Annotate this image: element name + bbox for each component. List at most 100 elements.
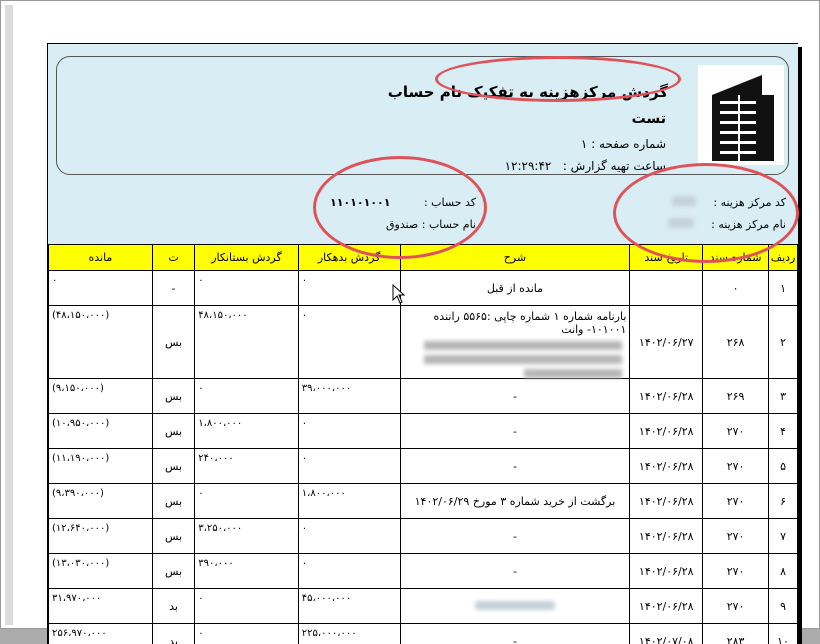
cell-debit: ۰ [298,414,400,449]
cell-row: ۷ [769,519,798,554]
cell-date: ۱۴۰۲/۰۶/۲۸ [630,484,703,519]
cell-row: ۲ [769,306,798,379]
cell-type: - [152,271,194,306]
cell-desc: - [400,414,630,449]
table-row: ۱ ۰ مانده از قبل ۰ ۰ - ۰ [49,271,798,306]
cell-row: ۱۰ [769,624,798,644]
table-row: ۲ ۲۶۸ ۱۴۰۲/۰۶/۲۷ بارنامه شماره ۱ شماره چ… [49,306,798,379]
cell-balance: ۳۱،۹۷۰،۰۰۰ [49,589,153,624]
table-row: ۹ ۲۷۰ ۱۴۰۲/۰۶/۲۸ ۴۵،۰۰۰،۰۰۰ ۰ بد ۳۱،۹۷۰،… [49,589,798,624]
col-type: ت [152,245,194,271]
table-row: ۷ ۲۷۰ ۱۴۰۲/۰۶/۲۸ - ۰ ۳،۲۵۰،۰۰۰ بس (۱۲،۶۴… [49,519,798,554]
cell-type: بس [152,414,194,449]
cell-date: ۱۴۰۲/۰۷/۰۸ [630,624,703,644]
cell-type: بس [152,306,194,379]
cell-row: ۸ [769,554,798,589]
cell-balance: (۱۳،۰۳۰،۰۰۰) [49,554,153,589]
cell-credit: ۳،۲۵۰،۰۰۰ [195,519,299,554]
cell-balance: (۴۸،۱۵۰،۰۰۰) [49,306,153,379]
cell-date: ۱۴۰۲/۰۶/۲۸ [630,414,703,449]
cell-desc: - [400,519,630,554]
cell-balance: (۱۰،۹۵۰،۰۰۰) [49,414,153,449]
cell-desc: - [400,379,630,414]
cell-debit: ۰ [298,449,400,484]
cell-type: بس [152,379,194,414]
cell-doc: ۲۷۰ [703,449,769,484]
cell-credit: ۰ [195,271,299,306]
cell-debit: ۰ [298,306,400,379]
cell-credit: ۰ [195,589,299,624]
cell-credit: ۰ [195,484,299,519]
cell-doc: ۲۸۳ [703,624,769,644]
cell-credit: ۰ [195,624,299,644]
highlight-oval-account [313,156,487,259]
cell-date: ۱۴۰۲/۰۶/۲۸ [630,379,703,414]
cell-balance: (۱۲،۶۴۰،۰۰۰) [49,519,153,554]
report-time-value: ۱۲:۲۹:۴۲ [505,159,552,173]
cell-type: بس [152,484,194,519]
cell-date: ۱۴۰۲/۰۶/۲۷ [630,306,703,379]
cell-credit: ۳۹۰،۰۰۰ [195,554,299,589]
cell-row: ۳ [769,379,798,414]
cell-date [630,271,703,306]
cell-credit: ۲۴۰،۰۰۰ [195,449,299,484]
cell-date: ۱۴۰۲/۰۶/۲۸ [630,554,703,589]
cell-row: ۴ [769,414,798,449]
table-row: ۸ ۲۷۰ ۱۴۰۲/۰۶/۲۸ - ۰ ۳۹۰،۰۰۰ بس (۱۳،۰۳۰،… [49,554,798,589]
table-row: ۵ ۲۷۰ ۱۴۰۲/۰۶/۲۸ - ۰ ۲۴۰،۰۰۰ بس (۱۱،۱۹۰،… [49,449,798,484]
blurred-text [475,601,555,610]
report-time: ساعت تهیه گزارش : ۱۲:۲۹:۴۲ [505,159,666,173]
cell-desc: - [400,624,630,644]
report-viewer-frame: گردش مرکزهزینه به تفکیک نام حساب تست شما… [0,0,820,629]
highlight-oval-cost-center [613,163,799,263]
report-page: گردش مرکزهزینه به تفکیک نام حساب تست شما… [47,43,798,644]
cell-type: بس [152,449,194,484]
cell-desc: برگشت از خرید شماره ۳ مورخ ۱۴۰۲/۰۶/۲۹ [400,484,630,519]
table-body: ۱ ۰ مانده از قبل ۰ ۰ - ۰ ۲ ۲۶۸ ۱۴۰۲/۰۶/۲… [49,271,798,644]
cell-debit: ۱،۸۰۰،۰۰۰ [298,484,400,519]
company-name: تست [632,111,666,127]
cell-debit: ۰ [298,554,400,589]
col-credit: گردش بستانکار [195,245,299,271]
cell-date: ۱۴۰۲/۰۶/۲۸ [630,449,703,484]
cell-desc: بارنامه شماره ۱ شماره چاپی :۵۵۶۵ راننده … [400,306,630,379]
cell-date: ۱۴۰۲/۰۶/۲۸ [630,519,703,554]
table-row: ۶ ۲۷۰ ۱۴۰۲/۰۶/۲۸ برگشت از خرید شماره ۳ م… [49,484,798,519]
blurred-text [524,369,623,378]
table-row: ۴ ۲۷۰ ۱۴۰۲/۰۶/۲۸ - ۰ ۱،۸۰۰،۰۰۰ بس (۱۰،۹۵… [49,414,798,449]
cell-debit: ۰ [298,271,400,306]
page-number: شماره صفحه : ۱ [581,137,666,151]
cell-row: ۶ [769,484,798,519]
building-logo-icon [698,65,784,165]
cell-doc: ۲۷۰ [703,414,769,449]
left-scrollbar[interactable] [5,5,13,625]
col-balance: مانده [49,245,153,271]
cell-doc: ۰ [703,271,769,306]
cell-balance: (۹،۱۵۰،۰۰۰) [49,379,153,414]
cell-desc: - [400,554,630,589]
cell-type: بس [152,519,194,554]
cell-doc: ۲۷۰ [703,519,769,554]
ledger-table: ردیف شماره سند تاریخ سند شرح گردش بدهکار… [48,244,798,644]
cell-doc: ۲۷۰ [703,554,769,589]
cell-row: ۱ [769,271,798,306]
cell-doc: ۲۶۸ [703,306,769,379]
cell-balance: (۱۱،۱۹۰،۰۰۰) [49,449,153,484]
cell-desc-text: بارنامه شماره ۱ شماره چاپی :۵۵۶۵ راننده … [434,310,627,336]
cell-row: ۹ [769,589,798,624]
col-row: ردیف [769,245,798,271]
cell-debit: ۳۹،۰۰۰،۰۰۰ [298,379,400,414]
cell-balance: (۹،۳۹۰،۰۰۰) [49,484,153,519]
cell-debit: ۴۵،۰۰۰،۰۰۰ [298,589,400,624]
cell-doc: ۲۷۰ [703,484,769,519]
cell-type: بد [152,589,194,624]
blurred-text [424,341,623,350]
cell-doc: ۲۶۹ [703,379,769,414]
cell-credit: ۰ [195,379,299,414]
report-time-label: ساعت تهیه گزارش : [563,159,666,173]
cell-debit: ۲۲۵،۰۰۰،۰۰۰ [298,624,400,644]
cell-type: بس [152,554,194,589]
cell-credit: ۱،۸۰۰،۰۰۰ [195,414,299,449]
blurred-text [424,355,623,364]
cell-desc: مانده از قبل [400,271,630,306]
